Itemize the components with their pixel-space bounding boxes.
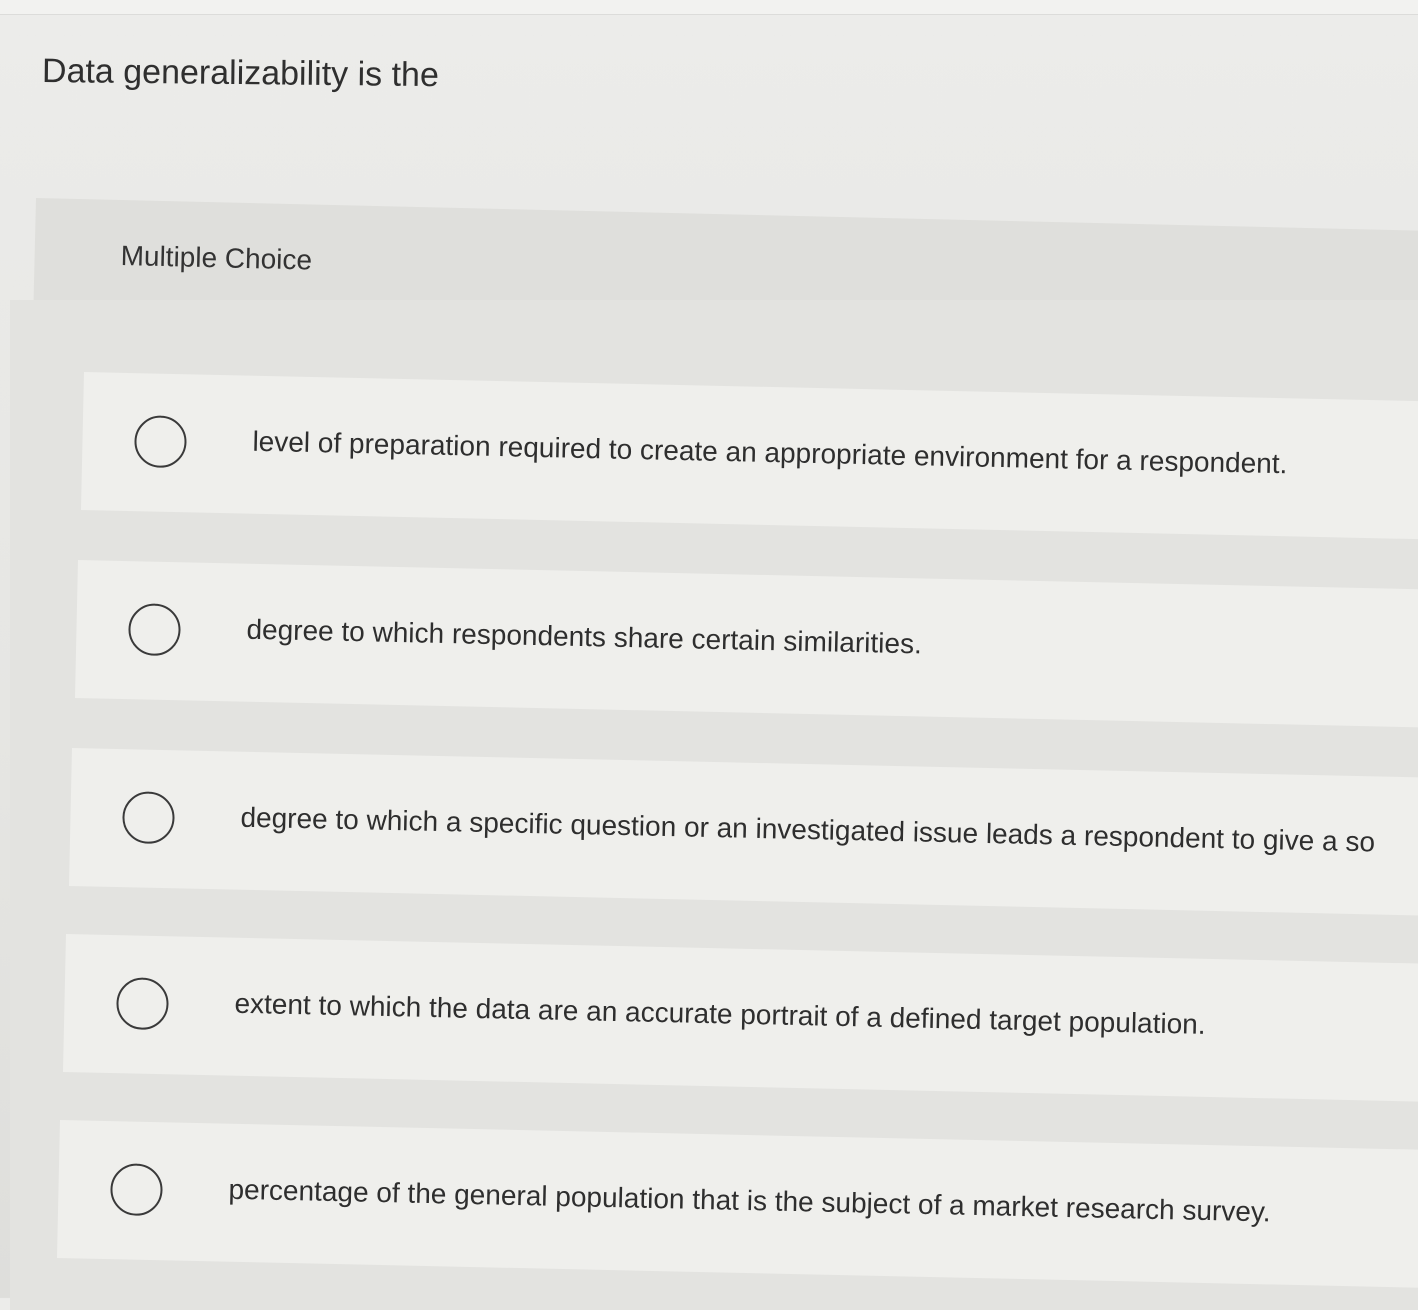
radio-button-icon[interactable] bbox=[133, 415, 188, 469]
question-text: Data generalizability is the bbox=[41, 52, 440, 95]
choice-label: extent to which the data are an accurate… bbox=[234, 987, 1206, 1040]
choice-option-1[interactable]: level of preparation required to create … bbox=[80, 372, 1418, 541]
choice-label: percentage of the general population tha… bbox=[228, 1173, 1271, 1228]
choice-option-2[interactable]: degree to which respondents share certai… bbox=[74, 560, 1418, 729]
top-divider bbox=[0, 0, 1418, 15]
radio-button-icon[interactable] bbox=[127, 603, 182, 657]
choice-label: degree to which respondents share certai… bbox=[246, 613, 923, 660]
radio-button-icon[interactable] bbox=[121, 791, 176, 845]
radio-button-icon[interactable] bbox=[115, 977, 170, 1031]
answer-list: level of preparation required to create … bbox=[10, 300, 1418, 1310]
multiple-choice-label: Multiple Choice bbox=[120, 240, 313, 276]
choice-option-4[interactable]: extent to which the data are an accurate… bbox=[62, 934, 1418, 1103]
choice-label: level of preparation required to create … bbox=[252, 425, 1288, 480]
choice-option-5[interactable]: percentage of the general population tha… bbox=[56, 1120, 1418, 1289]
radio-button-icon[interactable] bbox=[109, 1163, 164, 1217]
choice-option-3[interactable]: degree to which a specific question or a… bbox=[68, 748, 1418, 917]
choice-label: degree to which a specific question or a… bbox=[240, 801, 1376, 858]
